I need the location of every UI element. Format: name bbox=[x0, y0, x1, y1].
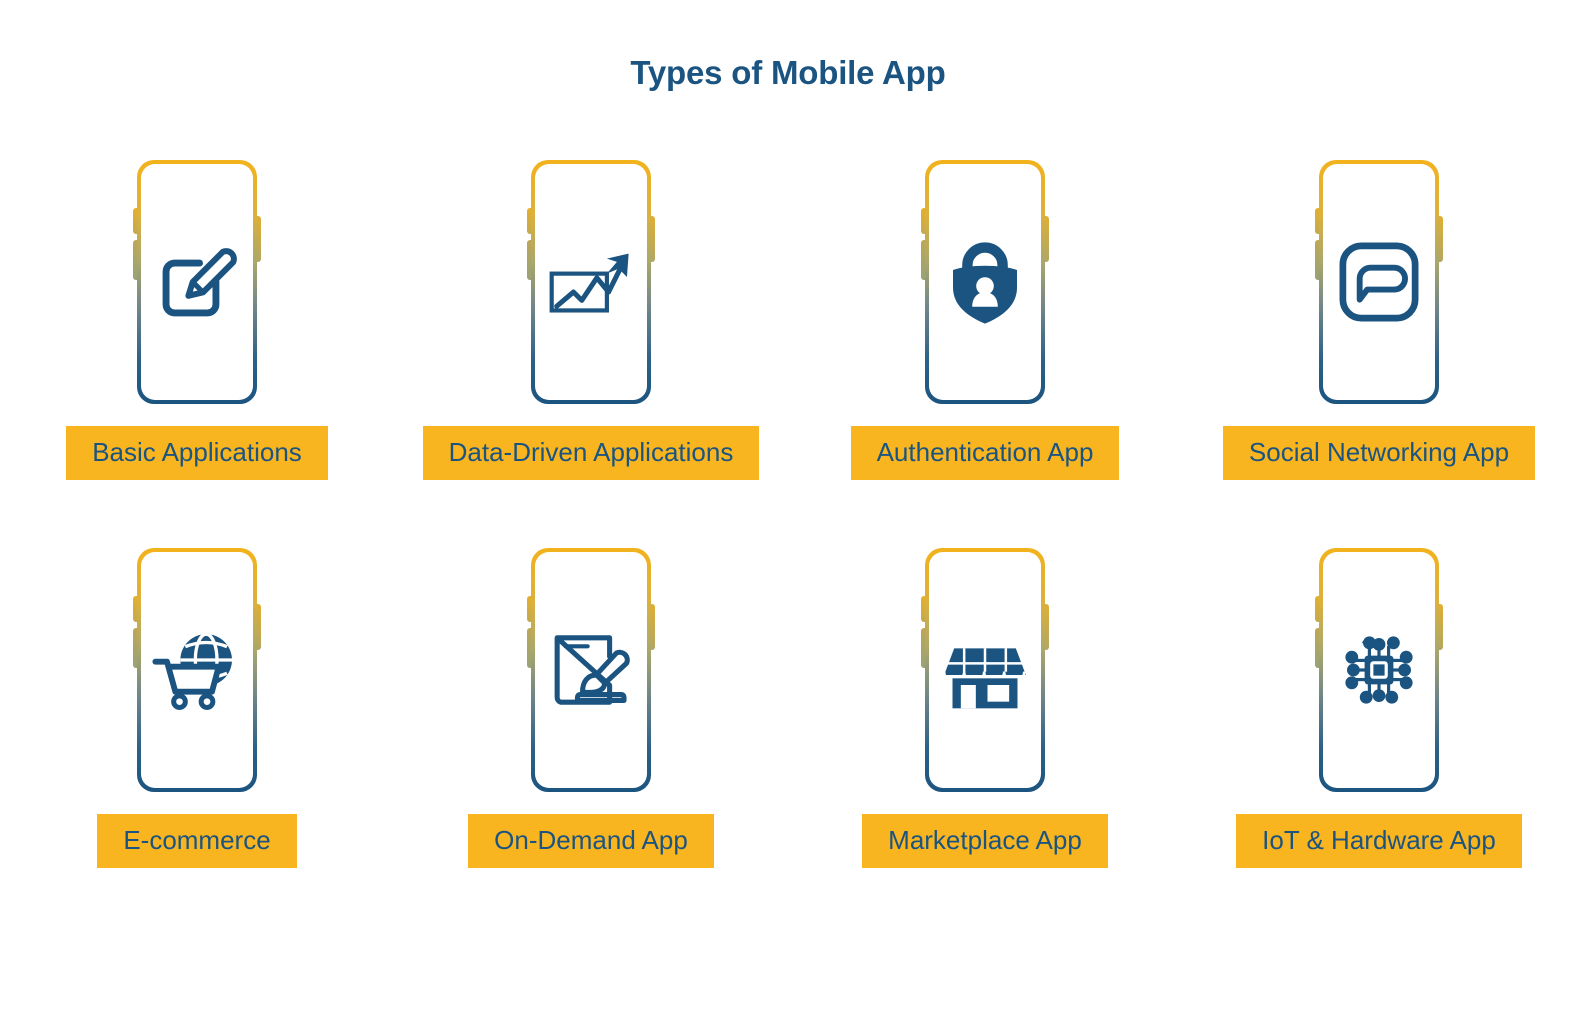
phone-screen bbox=[141, 552, 253, 788]
phone-frame bbox=[1309, 548, 1449, 792]
phone-frame bbox=[521, 160, 661, 404]
app-type-label: Authentication App bbox=[850, 426, 1120, 480]
app-type-grid: Basic Applications Data-Driven Applicati… bbox=[0, 160, 1576, 868]
phone-screen bbox=[535, 164, 647, 400]
app-type-label: Social Networking App bbox=[1222, 426, 1536, 480]
app-type-card-on-demand-app[interactable]: On-Demand App bbox=[394, 548, 788, 868]
phone-screen bbox=[1323, 552, 1435, 788]
edit-pencil-square-icon bbox=[162, 248, 237, 317]
phone-frame bbox=[127, 160, 267, 404]
app-type-card-iot-hardware-app[interactable]: IoT & Hardware App bbox=[1182, 548, 1576, 868]
globe-shopping-cart-icon bbox=[152, 632, 232, 711]
phone-frame bbox=[1309, 160, 1449, 404]
app-type-card-e-commerce[interactable]: E-commerce bbox=[0, 548, 394, 868]
phone-body bbox=[925, 160, 1045, 404]
storefront-awning-icon bbox=[942, 648, 1026, 709]
growth-chart-arrow-icon bbox=[549, 253, 629, 313]
app-type-label: IoT & Hardware App bbox=[1236, 814, 1522, 868]
app-type-label: Marketplace App bbox=[862, 814, 1108, 868]
app-type-label: Data-Driven Applications bbox=[422, 426, 760, 480]
app-type-row: Basic Applications Data-Driven Applicati… bbox=[0, 160, 1576, 480]
app-type-card-basic-applications[interactable]: Basic Applications bbox=[0, 160, 394, 480]
phone-body bbox=[531, 160, 651, 404]
phone-body bbox=[531, 548, 651, 792]
document-paintbrush-icon bbox=[554, 635, 630, 705]
page-title: Types of Mobile App bbox=[630, 54, 946, 91]
phone-screen bbox=[929, 164, 1041, 400]
phone-screen bbox=[1323, 164, 1435, 400]
phone-body bbox=[1319, 160, 1439, 404]
app-type-card-social-networking-app[interactable]: Social Networking App bbox=[1182, 160, 1576, 480]
chat-bubble-square-icon bbox=[1339, 242, 1419, 322]
app-type-card-authentication-app[interactable]: Authentication App bbox=[788, 160, 1182, 480]
phone-body bbox=[1319, 548, 1439, 792]
app-type-row: E-commerce On-Demand App Marketplace App… bbox=[0, 548, 1576, 868]
app-type-label: On-Demand App bbox=[468, 814, 714, 868]
app-type-card-marketplace-app[interactable]: Marketplace App bbox=[788, 548, 1182, 868]
phone-frame bbox=[521, 548, 661, 792]
phone-body bbox=[137, 160, 257, 404]
app-type-label: E-commerce bbox=[97, 814, 297, 868]
microchip-circuit-icon bbox=[1345, 636, 1413, 704]
phone-body bbox=[925, 548, 1045, 792]
phone-frame bbox=[915, 160, 1055, 404]
phone-screen bbox=[141, 164, 253, 400]
phone-frame bbox=[127, 548, 267, 792]
app-type-label: Basic Applications bbox=[66, 426, 328, 480]
phone-screen bbox=[929, 552, 1041, 788]
phone-screen bbox=[535, 552, 647, 788]
app-type-card-data-driven-applications[interactable]: Data-Driven Applications bbox=[394, 160, 788, 480]
shield-lock-user-icon bbox=[953, 242, 1017, 324]
phone-body bbox=[137, 548, 257, 792]
phone-frame bbox=[915, 548, 1055, 792]
